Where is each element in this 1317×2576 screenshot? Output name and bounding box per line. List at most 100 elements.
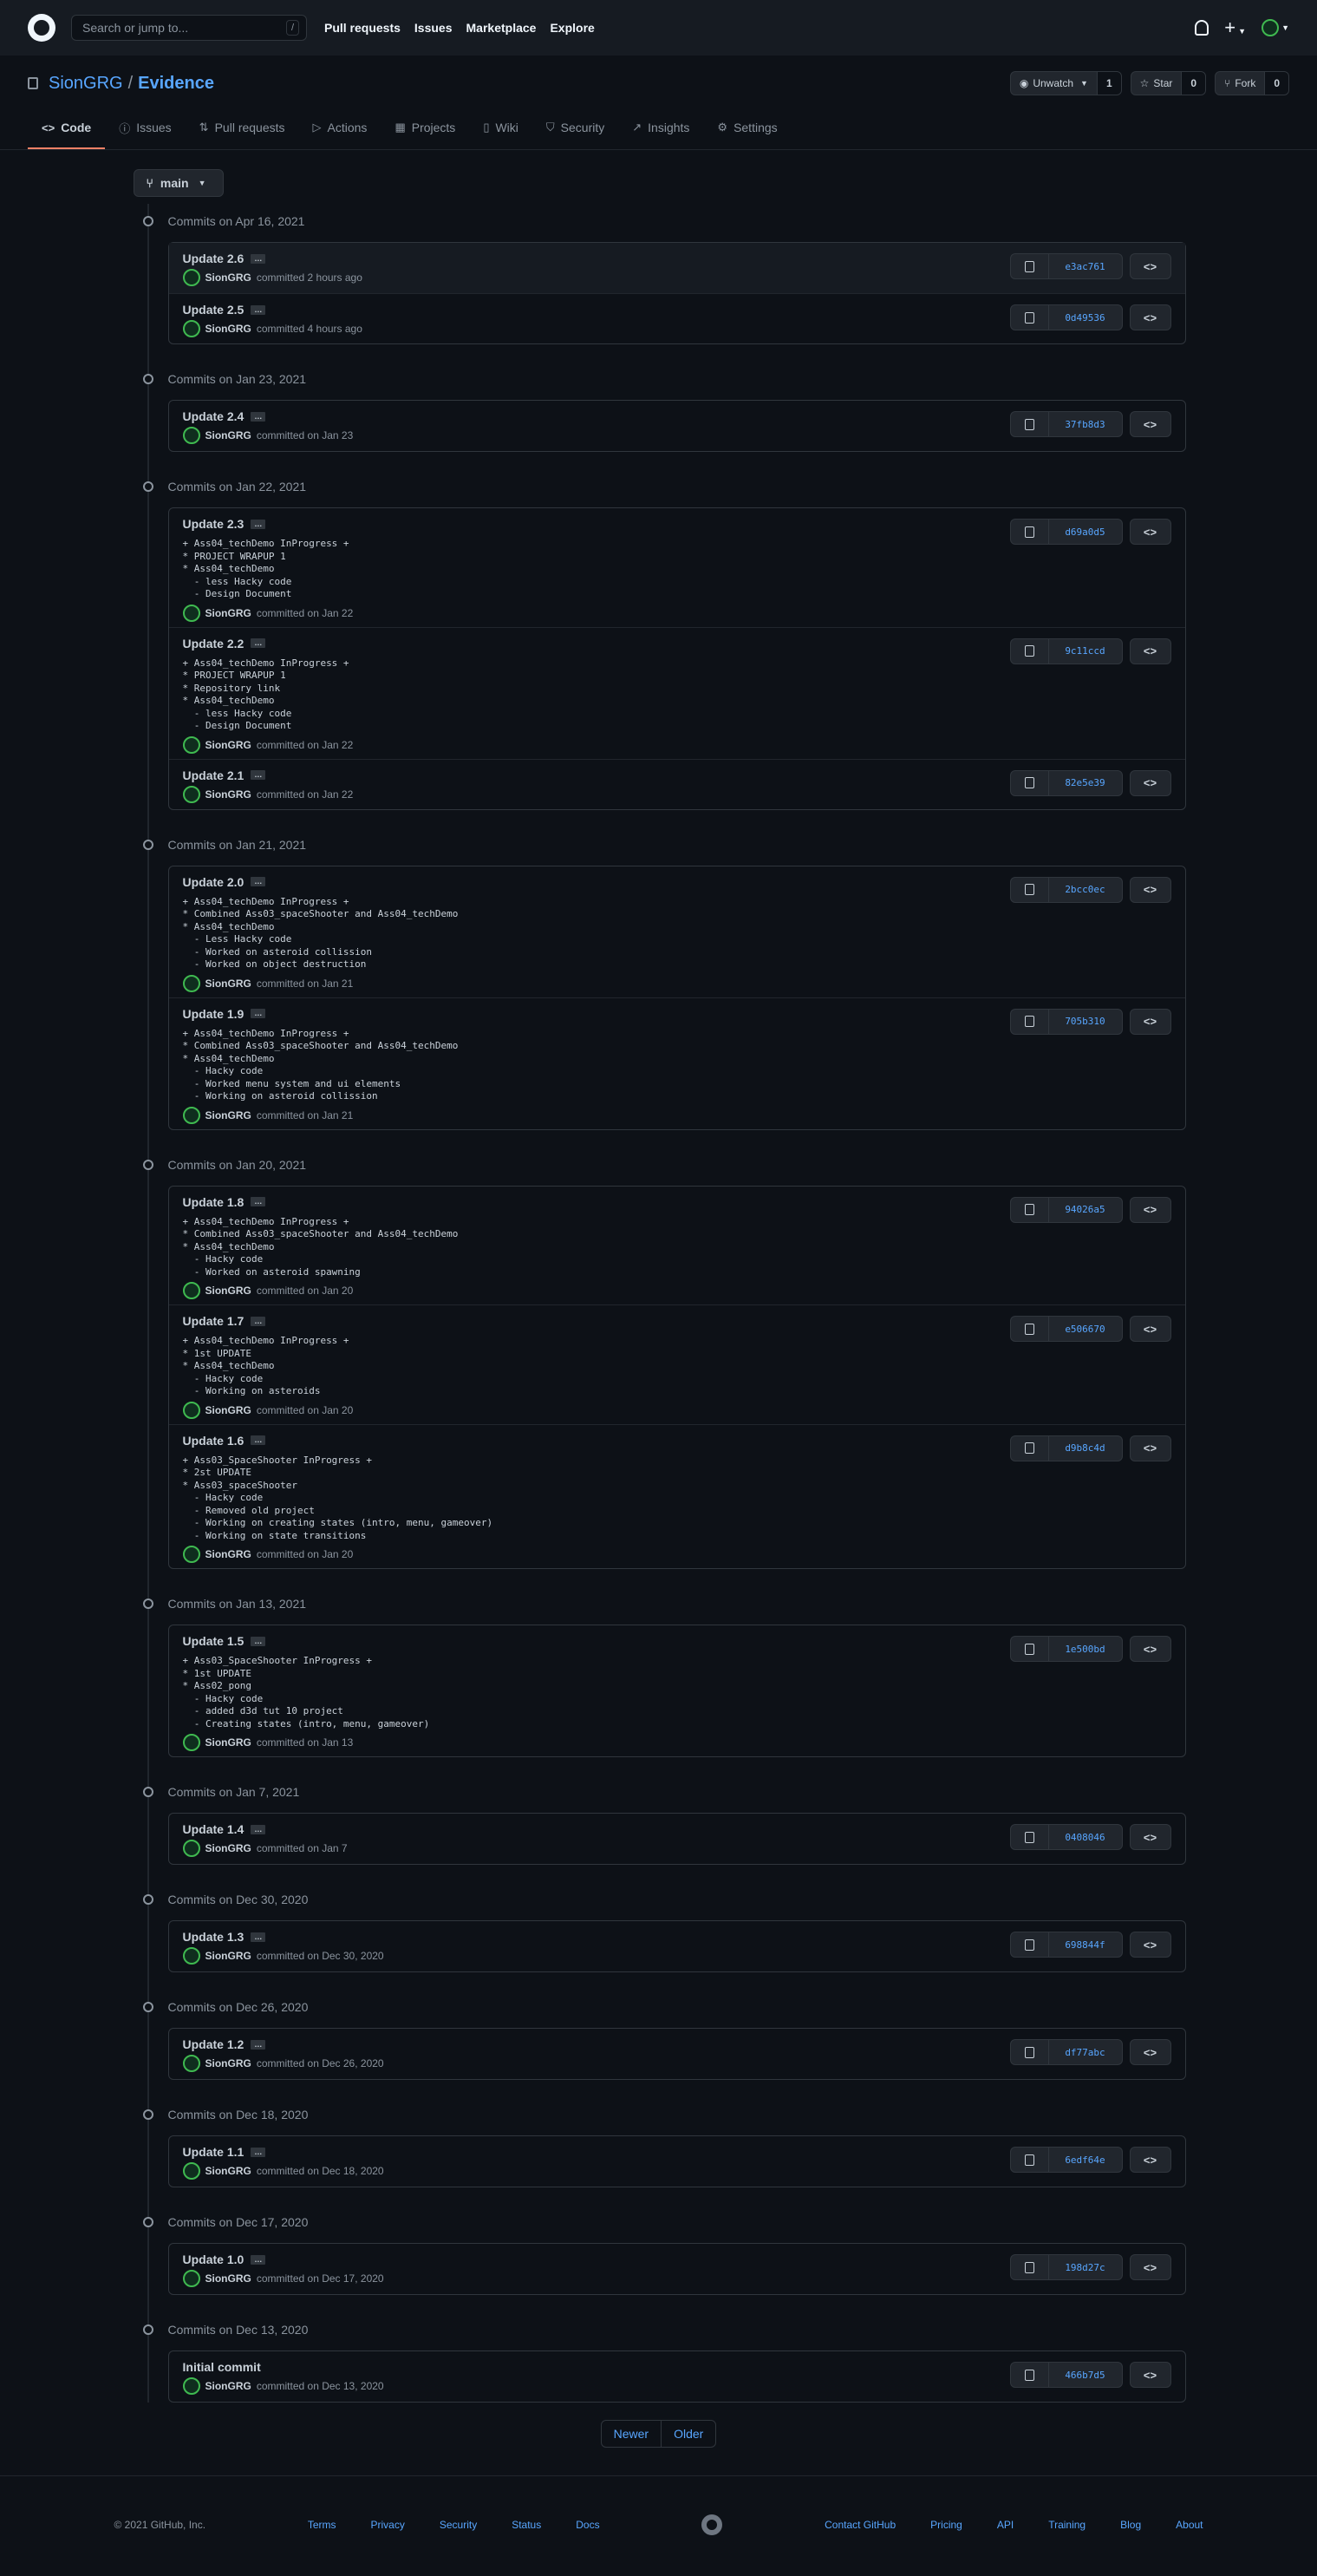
expand-message-button[interactable]: … — [251, 519, 266, 529]
copy-sha-button[interactable] — [1011, 877, 1049, 902]
tab-wiki[interactable]: ▯ Wiki — [469, 108, 532, 149]
expand-message-button[interactable]: … — [251, 638, 266, 648]
nav-pull-requests[interactable]: Pull requests — [324, 21, 401, 35]
browse-repo-button[interactable]: <> — [1129, 1008, 1171, 1035]
avatar[interactable] — [182, 2055, 200, 2072]
copy-sha-button[interactable] — [1011, 520, 1049, 544]
older-button[interactable]: Older — [662, 2420, 717, 2448]
commit-title-link[interactable]: Update 1.2 — [183, 2037, 244, 2051]
commit-sha-link[interactable]: 37fb8d3 — [1049, 412, 1122, 436]
commit-title-link[interactable]: Update 2.5 — [183, 303, 244, 317]
copy-sha-button[interactable] — [1011, 305, 1049, 330]
expand-message-button[interactable]: … — [251, 1197, 266, 1206]
commit-sha-link[interactable]: 9c11ccd — [1049, 639, 1122, 664]
browse-repo-button[interactable]: <> — [1129, 1316, 1171, 1342]
avatar[interactable] — [182, 1282, 200, 1299]
commit-sha-link[interactable]: 0d49536 — [1049, 305, 1122, 330]
footer-link-pricing[interactable]: Pricing — [930, 2519, 962, 2531]
browse-repo-button[interactable]: <> — [1129, 2147, 1171, 2173]
expand-message-button[interactable]: … — [251, 1636, 266, 1646]
search-input[interactable]: Search or jump to... / — [71, 15, 307, 41]
fork-button[interactable]: ⑂ Fork 0 — [1215, 71, 1289, 95]
commit-sha-link[interactable]: 82e5e39 — [1049, 771, 1122, 795]
bell-icon[interactable] — [1195, 20, 1209, 36]
expand-message-button[interactable]: … — [251, 2039, 266, 2050]
browse-repo-button[interactable]: <> — [1129, 1435, 1171, 1461]
footer-link-about[interactable]: About — [1176, 2519, 1203, 2531]
commit-sha-link[interactable]: e3ac761 — [1049, 254, 1122, 278]
branch-selector[interactable]: ⑂ main ▼ — [133, 169, 224, 197]
nav-marketplace[interactable]: Marketplace — [466, 21, 537, 35]
star-button[interactable]: ☆ Star 0 — [1130, 71, 1207, 95]
avatar[interactable] — [182, 1546, 200, 1563]
commit-sha-link[interactable]: df77abc — [1049, 2040, 1122, 2064]
footer-link-privacy[interactable]: Privacy — [371, 2519, 405, 2531]
expand-message-button[interactable]: … — [251, 253, 266, 264]
avatar[interactable] — [182, 427, 200, 444]
commit-title-link[interactable]: Update 1.3 — [183, 1930, 244, 1944]
browse-repo-button[interactable]: <> — [1129, 304, 1171, 330]
copy-sha-button[interactable] — [1011, 1009, 1049, 1034]
create-new-menu[interactable]: + ▼ — [1224, 18, 1246, 37]
avatar[interactable] — [182, 1734, 200, 1751]
commit-title-link[interactable]: Update 2.2 — [183, 637, 244, 651]
commit-author[interactable]: SionGRG — [205, 1285, 251, 1297]
footer-link-api[interactable]: API — [997, 2519, 1014, 2531]
commit-sha-link[interactable]: 2bcc0ec — [1049, 878, 1122, 902]
commit-sha-link[interactable]: d69a0d5 — [1049, 520, 1122, 544]
watch-count[interactable]: 1 — [1096, 72, 1121, 95]
commit-title-link[interactable]: Update 1.9 — [183, 1007, 244, 1021]
avatar[interactable] — [182, 320, 200, 337]
commit-author[interactable]: SionGRG — [205, 271, 251, 284]
avatar[interactable] — [182, 1840, 200, 1857]
commit-sha-link[interactable]: d9b8c4d — [1049, 1436, 1122, 1461]
expand-message-button[interactable]: … — [251, 1435, 266, 1445]
browse-repo-button[interactable]: <> — [1129, 1196, 1171, 1223]
commit-author[interactable]: SionGRG — [205, 323, 251, 335]
commit-author[interactable]: SionGRG — [205, 1548, 251, 1560]
tab-settings[interactable]: ⚙ Settings — [703, 108, 791, 149]
copy-sha-button[interactable] — [1011, 254, 1049, 278]
commit-author[interactable]: SionGRG — [205, 1404, 251, 1416]
footer-link-docs[interactable]: Docs — [576, 2519, 599, 2531]
commit-author[interactable]: SionGRG — [205, 607, 251, 619]
copy-sha-button[interactable] — [1011, 1317, 1049, 1341]
avatar[interactable] — [182, 269, 200, 286]
commit-sha-link[interactable]: e506670 — [1049, 1317, 1122, 1341]
avatar[interactable] — [182, 2270, 200, 2287]
commit-title-link[interactable]: Update 2.3 — [183, 517, 244, 531]
commit-author[interactable]: SionGRG — [205, 2057, 251, 2069]
browse-repo-button[interactable]: <> — [1129, 769, 1171, 796]
tab-actions[interactable]: ▷ Actions — [299, 108, 381, 149]
copy-sha-button[interactable] — [1011, 1932, 1049, 1957]
commit-author[interactable]: SionGRG — [205, 739, 251, 751]
browse-repo-button[interactable]: <> — [1129, 411, 1171, 437]
browse-repo-button[interactable]: <> — [1129, 876, 1171, 903]
commit-sha-link[interactable]: 705b310 — [1049, 1010, 1122, 1034]
commit-title-link[interactable]: Update 1.7 — [183, 1314, 244, 1328]
avatar[interactable] — [182, 2162, 200, 2180]
copy-sha-button[interactable] — [1011, 770, 1049, 795]
browse-repo-button[interactable]: <> — [1129, 2254, 1171, 2280]
expand-message-button[interactable]: … — [251, 2254, 266, 2265]
commit-title-link[interactable]: Update 1.1 — [183, 2145, 244, 2159]
star-count[interactable]: 0 — [1181, 72, 1206, 95]
copy-sha-button[interactable] — [1011, 412, 1049, 436]
browse-repo-button[interactable]: <> — [1129, 1636, 1171, 1662]
expand-message-button[interactable]: … — [251, 411, 266, 422]
footer-link-contact-github[interactable]: Contact GitHub — [825, 2519, 896, 2531]
user-menu[interactable]: ▼ — [1262, 19, 1289, 36]
commit-sha-link[interactable]: 698844f — [1049, 1932, 1122, 1957]
avatar[interactable] — [182, 974, 200, 992]
commit-title-link[interactable]: Initial commit — [183, 2360, 261, 2374]
commit-title-link[interactable]: Update 1.8 — [183, 1195, 244, 1209]
avatar[interactable] — [182, 604, 200, 622]
commit-sha-link[interactable]: 94026a5 — [1049, 1198, 1122, 1222]
browse-repo-button[interactable]: <> — [1129, 1932, 1171, 1958]
commit-sha-link[interactable]: 198d27c — [1049, 2255, 1122, 2279]
commit-title-link[interactable]: Update 1.6 — [183, 1434, 244, 1448]
footer-link-status[interactable]: Status — [512, 2519, 541, 2531]
browse-repo-button[interactable]: <> — [1129, 2362, 1171, 2388]
commit-title-link[interactable]: Update 1.5 — [183, 1634, 244, 1648]
expand-message-button[interactable]: … — [251, 1824, 266, 1834]
